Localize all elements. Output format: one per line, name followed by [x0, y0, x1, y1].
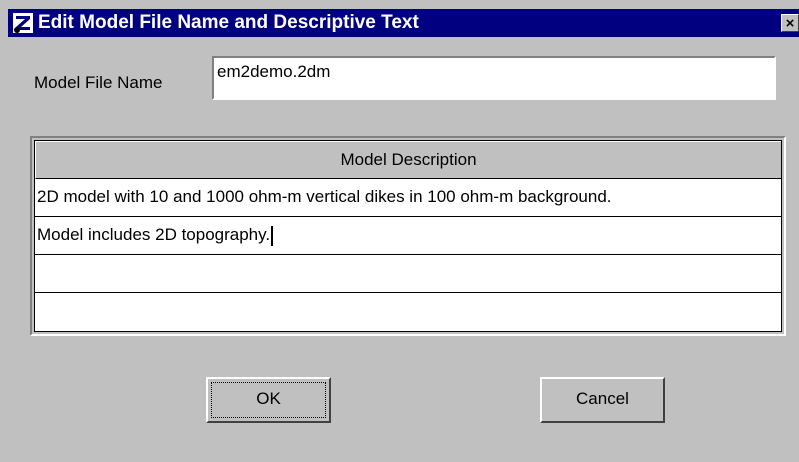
window-title: Edit Model File Name and Descriptive Tex…: [38, 12, 419, 33]
description-row-3[interactable]: [35, 255, 781, 293]
title-bar[interactable]: Edit Model File Name and Descriptive Tex…: [8, 9, 799, 37]
grid-body: Model Description 2D model with 10 and 1…: [34, 140, 782, 332]
model-description-header[interactable]: Model Description: [35, 141, 781, 179]
description-row-4[interactable]: [35, 293, 781, 331]
cancel-button[interactable]: Cancel: [540, 377, 665, 423]
model-description-grid: Model Description 2D model with 10 and 1…: [30, 136, 786, 336]
description-row-1[interactable]: 2D model with 10 and 1000 ohm-m vertical…: [35, 179, 781, 217]
description-row-2[interactable]: Model includes 2D topography.: [35, 217, 781, 255]
model-file-name-label: Model File Name: [34, 73, 163, 92]
ok-button[interactable]: OK: [206, 377, 331, 423]
z-app-icon: [12, 12, 34, 34]
model-file-name-value: em2demo.2dm: [217, 62, 331, 81]
description-row-1-text: 2D model with 10 and 1000 ohm-m vertical…: [37, 187, 612, 206]
text-cursor: [271, 225, 274, 246]
edit-model-dialog: Edit Model File Name and Descriptive Tex…: [0, 0, 799, 462]
close-button[interactable]: ×: [781, 14, 799, 32]
description-row-2-text: Model includes 2D topography.: [37, 225, 271, 244]
model-file-name-input[interactable]: em2demo.2dm: [212, 56, 776, 100]
